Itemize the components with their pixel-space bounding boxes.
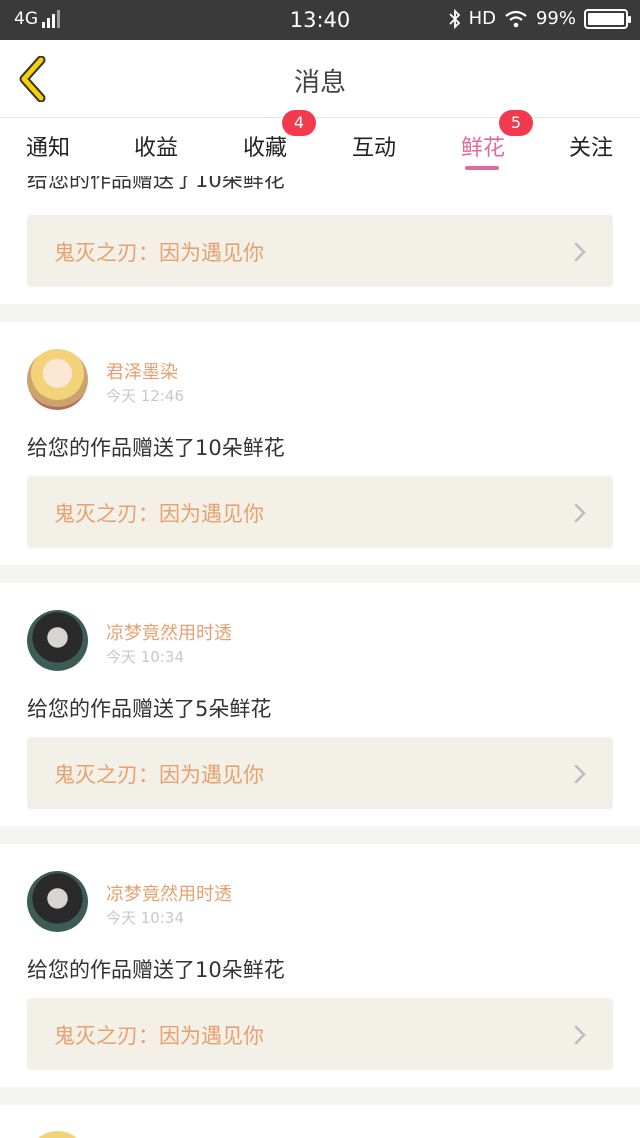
avatar[interactable] [27, 610, 88, 671]
battery-percent: 99% [535, 8, 576, 29]
username[interactable]: 凉梦竟然用时透 [106, 880, 232, 906]
message-list[interactable]: 给您的作品赠送了10朵鲜花 鬼灭之刃：因为遇见你 君泽墨染 今天 12:46 给… [0, 176, 640, 1138]
header: 消息 [0, 40, 640, 118]
message-text: 给您的作品赠送了10朵鲜花 [27, 176, 285, 192]
work-link[interactable]: 鬼灭之刃：因为遇见你 [27, 215, 613, 287]
list-item: 凉梦竟然用时透 今天 10:34 给您的作品赠送了10朵鲜花 鬼灭之刃：因为遇见… [0, 844, 640, 1087]
work-title: 鬼灭之刃：因为遇见你 [54, 502, 264, 526]
tab-notice[interactable]: 通知 [26, 130, 70, 162]
tab-follow[interactable]: 关注 [569, 130, 613, 162]
status-bar: 4G 13:40 HD 99% [0, 0, 640, 40]
tab-interactions[interactable]: 互动 [352, 130, 396, 162]
avatar[interactable] [27, 1131, 88, 1138]
chevron-right-icon [574, 1025, 586, 1045]
work-link[interactable]: 鬼灭之刃：因为遇见你 [27, 998, 613, 1070]
list-item: 凉梦竟然用时透 今天 10:34 给您的作品赠送了5朵鲜花 鬼灭之刃：因为遇见你 [0, 583, 640, 826]
status-icons: HD 99% [441, 8, 631, 29]
work-title: 鬼灭之刃：因为遇见你 [54, 763, 264, 787]
tab-flowers[interactable]: 鲜花 [461, 130, 505, 162]
tab-favorites[interactable]: 收藏 [243, 130, 287, 162]
avatar[interactable] [27, 871, 88, 932]
list-item [0, 1105, 640, 1138]
work-link[interactable]: 鬼灭之刃：因为遇见你 [27, 476, 613, 548]
work-link[interactable]: 鬼灭之刃：因为遇见你 [27, 737, 613, 809]
message-text: 给您的作品赠送了10朵鲜花 [27, 958, 285, 982]
battery-icon [584, 8, 631, 29]
bluetooth-icon [448, 8, 460, 29]
page-title: 消息 [293, 68, 346, 98]
username[interactable]: 君泽墨染 [106, 358, 178, 384]
timestamp: 今天 12:46 [106, 387, 184, 405]
chevron-right-icon [574, 242, 586, 262]
tab-bar: 通知 收益 收藏 4 互动 鲜花 5 关注 [0, 110, 640, 176]
message-text: 给您的作品赠送了10朵鲜花 [27, 436, 285, 460]
chevron-right-icon [574, 764, 586, 784]
timestamp: 今天 10:34 [106, 648, 184, 666]
chevron-right-icon [574, 503, 586, 523]
username[interactable]: 凉梦竟然用时透 [106, 619, 232, 645]
list-item: 君泽墨染 今天 12:46 给您的作品赠送了10朵鲜花 鬼灭之刃：因为遇见你 [0, 322, 640, 565]
active-tab-indicator [465, 166, 499, 170]
list-item: 给您的作品赠送了10朵鲜花 鬼灭之刃：因为遇见你 [0, 176, 640, 304]
hd-label: HD [468, 8, 496, 29]
battery-fill [588, 12, 624, 25]
timestamp: 今天 10:34 [106, 909, 184, 927]
wifi-icon [505, 10, 527, 27]
tab-earnings[interactable]: 收益 [134, 130, 178, 162]
favorites-count-badge: 4 [282, 110, 316, 136]
flowers-count-badge: 5 [499, 110, 533, 136]
avatar[interactable] [27, 349, 88, 410]
work-title: 鬼灭之刃：因为遇见你 [54, 241, 264, 265]
work-title: 鬼灭之刃：因为遇见你 [54, 1024, 264, 1048]
message-text: 给您的作品赠送了5朵鲜花 [27, 697, 272, 721]
